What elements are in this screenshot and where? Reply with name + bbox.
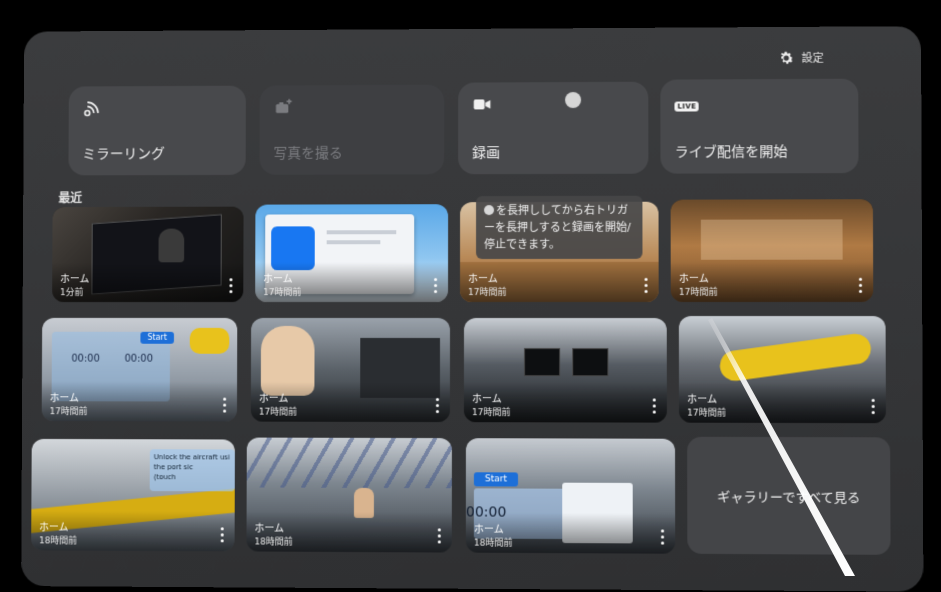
record-button[interactable]: 録画 [458,81,649,175]
start-live-stream-label: ライブ配信を開始 [674,144,788,161]
capture-title: ホーム [254,523,284,535]
settings-label: 設定 [801,51,824,65]
capture-time: 18時間前 [39,536,77,547]
start-label: Start [140,331,174,344]
camera-add-icon [275,97,293,114]
capture-title: ホーム [263,274,293,286]
recent-capture-9[interactable]: Unlock the aircraft usi the port sic (to… [31,438,235,552]
cast-icon [82,98,102,118]
capture-time: 17時間前 [678,287,718,298]
capture-title: ホーム [471,394,502,406]
more-options-icon[interactable] [223,397,227,414]
recent-capture-5[interactable]: Start 00:00 00:00 ホーム 17時間前 [41,317,238,422]
take-photo-button[interactable]: 写真を撮る [259,84,445,175]
view-all-in-gallery-button[interactable]: ギャラリーですべて見る [687,436,891,555]
timer-text: 00:00 [71,353,100,365]
recent-capture-11[interactable]: Start 00:00 ホーム 18時間前 [465,438,676,554]
hint-line-3: (touch [153,473,176,482]
video-camera-icon [474,99,492,110]
gear-icon [780,51,794,64]
capture-time: 17時間前 [687,408,726,419]
recent-capture-6[interactable]: ホーム 17時間前 [250,317,451,423]
more-options-icon[interactable] [652,398,657,414]
capture-time: 17時間前 [468,287,507,299]
more-options-icon[interactable] [434,278,438,294]
start-label-2: Start [473,472,519,487]
more-options-icon[interactable] [871,398,876,415]
capture-title: ホーム [473,524,504,536]
capture-time: 18時間前 [254,537,293,548]
more-options-icon[interactable] [661,529,665,545]
more-options-icon[interactable] [858,277,863,294]
record-indicator-dot [565,92,582,109]
recent-capture-8[interactable]: ホーム 17時間前 [678,316,886,424]
more-options-icon[interactable] [435,398,440,414]
capture-title: ホーム [678,273,709,285]
capture-time: 17時間前 [263,288,302,299]
mirroring-label: ミラーリング [82,146,165,163]
timer-text-2: 00:00 [124,353,154,365]
record-hint-text: を長押ししてから右トリガーを長押しすると録画を開始/停止できます。 [484,203,631,252]
capture-time: 17時間前 [258,407,297,418]
controller-button-icon [484,205,495,216]
recent-capture-4[interactable]: ホーム 17時間前 [670,199,874,302]
take-photo-label: 写真を撮る [273,145,343,162]
more-options-icon[interactable] [644,277,649,294]
capture-time: 1分前 [59,288,84,299]
recent-capture-7[interactable]: ホーム 17時間前 [463,317,667,423]
capture-title: ホーム [49,393,79,405]
more-options-icon[interactable] [220,527,225,543]
record-hint-tooltip: を長押ししてから右トリガーを長押しすると録画を開始/停止できます。 [476,195,643,260]
recent-section-title: 最近 [58,191,83,206]
view-all-in-gallery-label: ギャラリーですべて見る [717,489,861,506]
capture-title: ホーム [687,394,718,406]
settings-button[interactable]: 設定 [777,49,824,67]
recent-capture-1[interactable]: ホーム 1分前 [52,206,244,303]
more-options-icon[interactable] [229,278,233,294]
capture-time: 17時間前 [49,407,88,418]
recent-capture-2[interactable]: ホーム 17時間前 [255,204,449,303]
capture-time: 18時間前 [473,538,513,549]
hint-line-2: the port sic [153,463,193,472]
hint-line-1: Unlock the aircraft usi [153,453,230,462]
more-options-icon[interactable] [437,528,442,544]
start-live-stream-button[interactable]: LIVE ライブ配信を開始 [660,78,859,174]
capture-time: 17時間前 [471,408,511,419]
share-panel: 設定 ミラーリング 写真を撮る 録画 LIVE ライブ配信を開始 最近 ホーム … [21,26,924,592]
capture-title: ホーム [258,393,289,405]
capture-title: ホーム [39,522,69,534]
capture-title: ホーム [468,273,498,286]
capture-title: ホーム [60,274,90,286]
record-label: 録画 [472,145,501,162]
live-badge-icon: LIVE [674,93,700,113]
recent-capture-10[interactable]: ホーム 18時間前 [246,437,452,553]
mirroring-button[interactable]: ミラーリング [68,85,246,176]
